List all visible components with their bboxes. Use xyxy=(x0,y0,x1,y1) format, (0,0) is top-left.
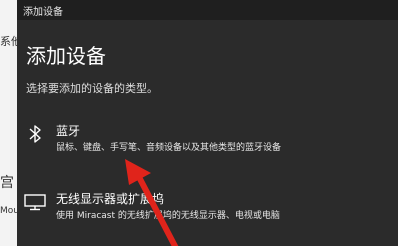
window-title: 添加设备 xyxy=(23,6,63,18)
page-title: 添加设备 xyxy=(26,44,106,68)
bluetooth-option[interactable]: 蓝牙 鼠标、键盘、手写笔、音频设备以及其他类型的蓝牙设备 xyxy=(17,120,398,160)
bluetooth-option-description: 鼠标、键盘、手写笔、音频设备以及其他类型的蓝牙设备 xyxy=(56,143,282,153)
screenshot: 系他 宫 Mou 添加设备 添加设备 选择要添加的设备的类型。 蓝牙 鼠标、键盘… xyxy=(0,0,398,246)
monitor-icon xyxy=(23,190,47,214)
bluetooth-option-title: 蓝牙 xyxy=(56,124,81,138)
wireless-display-option[interactable]: 无线显示器或扩展坞 使用 Miracast 的无线扩展坞的无线显示器、电视或电脑 xyxy=(17,188,398,228)
add-device-dialog: 添加设备 添加设备 选择要添加的设备的类型。 蓝牙 鼠标、键盘、手写笔、音频设备… xyxy=(17,0,398,246)
red-arrow-annotation xyxy=(125,159,179,246)
title-bar[interactable]: 添加设备 xyxy=(17,0,398,20)
subtitle: 选择要添加的设备的类型。 xyxy=(26,82,158,95)
bluetooth-icon xyxy=(23,122,47,146)
background-text: 宫 xyxy=(0,175,14,191)
